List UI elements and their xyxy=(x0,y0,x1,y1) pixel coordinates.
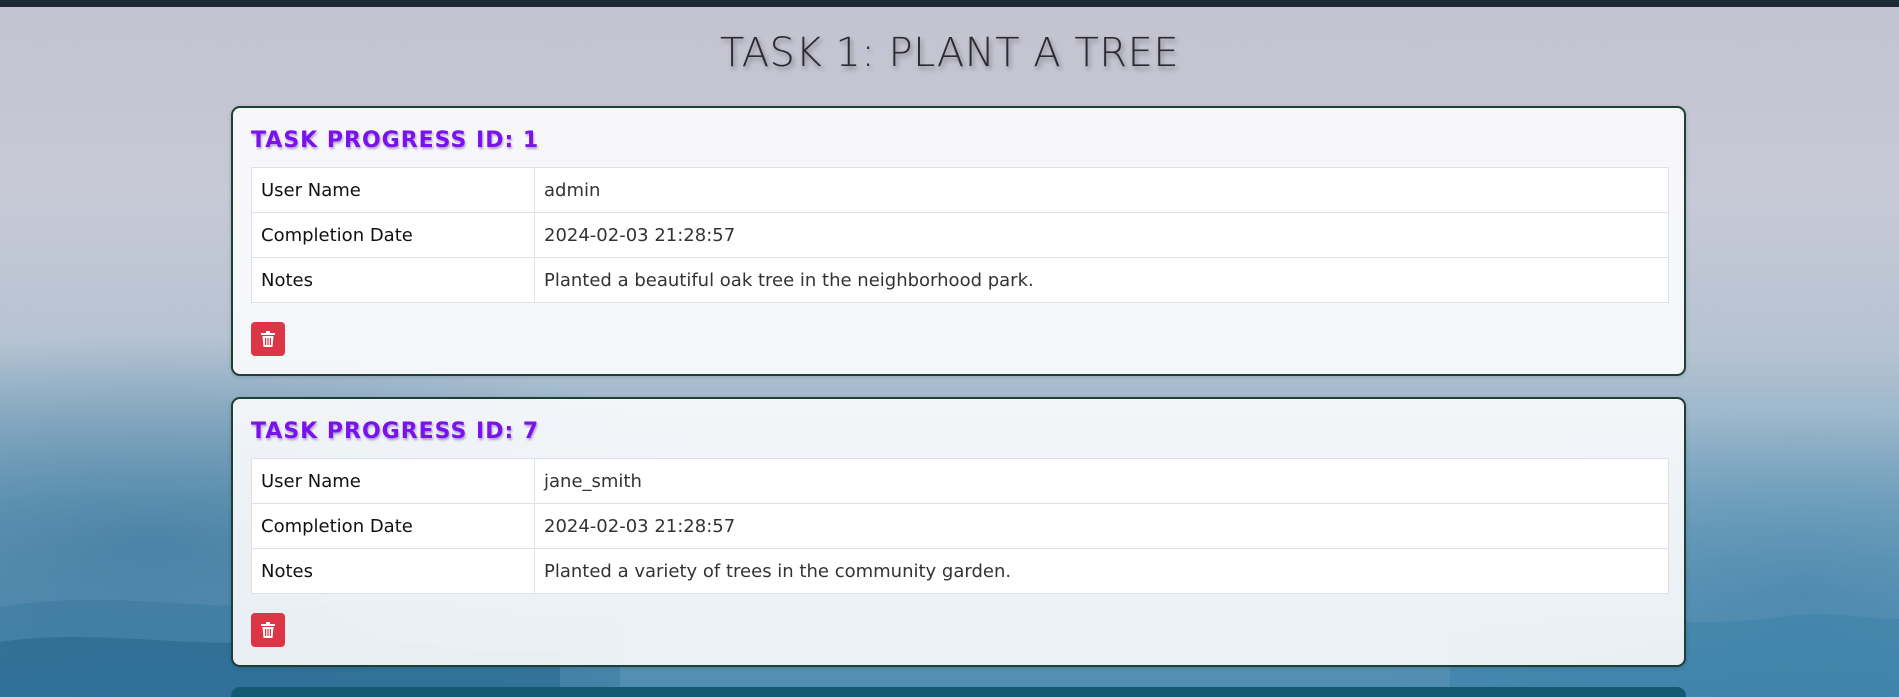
task-progress-card: TASK PROGRESS ID: 7 User Name jane_smith… xyxy=(231,397,1686,667)
trash-icon xyxy=(261,331,275,347)
delete-progress-button[interactable] xyxy=(251,613,285,647)
task-progress-table: User Name admin Completion Date 2024-02-… xyxy=(251,167,1669,303)
row-label-notes: Notes xyxy=(251,257,535,303)
row-label-user-name: User Name xyxy=(251,167,535,213)
row-value-user-name: jane_smith xyxy=(534,458,1669,504)
row-value-notes: Planted a variety of trees in the commun… xyxy=(534,548,1669,594)
table-row: Notes Planted a variety of trees in the … xyxy=(251,548,1669,594)
row-value-completion-date: 2024-02-03 21:28:57 xyxy=(534,503,1669,549)
task-progress-card: TASK PROGRESS ID: 1 User Name admin Comp… xyxy=(231,106,1686,376)
row-value-notes: Planted a beautiful oak tree in the neig… xyxy=(534,257,1669,303)
table-row: Completion Date 2024-02-03 21:28:57 xyxy=(251,503,1669,549)
table-row: Notes Planted a beautiful oak tree in th… xyxy=(251,257,1669,303)
task-progress-heading: TASK PROGRESS ID: 7 xyxy=(251,419,540,444)
page-title: TASK 1: PLANT A TREE xyxy=(719,30,1180,76)
row-label-completion-date: Completion Date xyxy=(251,212,535,258)
table-row: Completion Date 2024-02-03 21:28:57 xyxy=(251,212,1669,258)
row-value-completion-date: 2024-02-03 21:28:57 xyxy=(534,212,1669,258)
row-label-completion-date: Completion Date xyxy=(251,503,535,549)
task-progress-heading: TASK PROGRESS ID: 1 xyxy=(251,128,540,153)
task-progress-card-partial xyxy=(231,687,1686,697)
top-navbar xyxy=(0,0,1899,7)
table-row: User Name jane_smith xyxy=(251,458,1669,504)
task-progress-table: User Name jane_smith Completion Date 202… xyxy=(251,458,1669,594)
row-label-notes: Notes xyxy=(251,548,535,594)
table-row: User Name admin xyxy=(251,167,1669,213)
row-label-user-name: User Name xyxy=(251,458,535,504)
trash-icon xyxy=(261,622,275,638)
delete-progress-button[interactable] xyxy=(251,322,285,356)
row-value-user-name: admin xyxy=(534,167,1669,213)
